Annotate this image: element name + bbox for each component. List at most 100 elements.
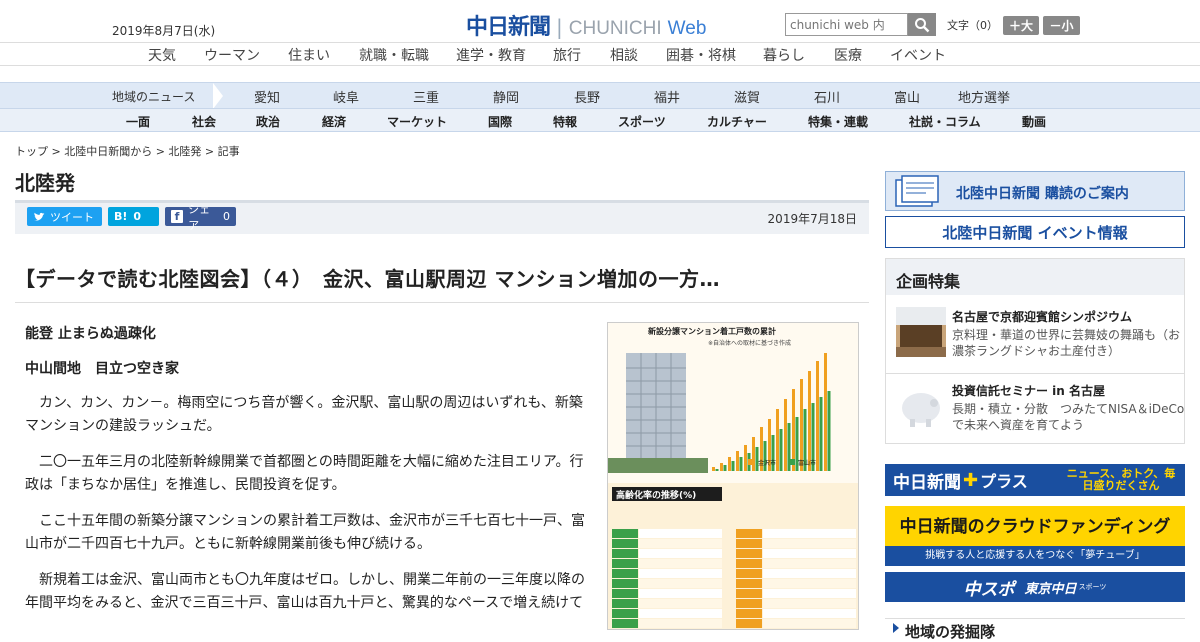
tweet-button[interactable]: ツイート bbox=[27, 207, 102, 226]
table-row-value-cell bbox=[639, 529, 722, 538]
feature-item[interactable]: 名古屋で京都迎賓館シンポジウム 京料理・華道の世界に芸舞妓の舞踊も（お濃茶ラング… bbox=[886, 299, 1186, 369]
plus-word: プラス bbox=[980, 472, 1028, 491]
hatena-bookmark-button[interactable]: B! 0 bbox=[108, 207, 159, 226]
region-nav-label: 地域のニュース bbox=[112, 90, 196, 104]
chuspo-banner[interactable]: 中スポ 東京中日 スポーツ bbox=[885, 572, 1185, 602]
newspaper-icon bbox=[895, 175, 939, 207]
section-item-editorial[interactable]: 社説・コラム bbox=[909, 113, 981, 130]
region-item-nagano[interactable]: 長野 bbox=[574, 87, 600, 106]
table-row-label-cell bbox=[736, 619, 762, 628]
section-item-culture[interactable]: カルチャー bbox=[707, 113, 767, 130]
search-button[interactable] bbox=[908, 13, 936, 36]
chart-bar-toyama bbox=[731, 461, 735, 471]
table-row-value-cell bbox=[763, 549, 856, 558]
top-header: 2019年8月7日(水) 中日新聞 | CHUNICHI Web 文字（0） ＋… bbox=[0, 0, 1200, 42]
article-paragraph: 二〇一五年三月の北陸新幹線開業で首都圏との時間距離を大幅に縮めた注目エリア。行政… bbox=[25, 454, 584, 493]
section-item-special-report[interactable]: 特報 bbox=[553, 113, 577, 130]
category-item-housing[interactable]: 住まい bbox=[288, 45, 330, 65]
logo-en: CHUNICHI bbox=[568, 18, 662, 39]
breadcrumb[interactable]: トップ > 北陸中日新聞から > 北陸発 > 記事 bbox=[15, 143, 240, 159]
region-item-shizuoka[interactable]: 静岡 bbox=[493, 87, 519, 106]
facebook-count: 0 bbox=[223, 210, 230, 223]
subscribe-label: 北陸中日新聞 購読のご案内 bbox=[956, 186, 1129, 202]
article-subheading-2: 中山間地 目立つ空き家 bbox=[25, 360, 179, 377]
region-item-local-election[interactable]: 地方選挙 bbox=[958, 87, 1010, 106]
bullet-icon bbox=[893, 623, 899, 633]
category-item-event[interactable]: イベント bbox=[890, 45, 946, 65]
section-nav: 一面 社会 政治 経済 マーケット 国際 特報 スポーツ カルチャー 特集・連載… bbox=[0, 108, 1200, 132]
section-item-politics[interactable]: 政治 bbox=[256, 113, 280, 130]
region-item-toyama[interactable]: 富山 bbox=[894, 87, 920, 106]
section-item-features[interactable]: 特集・連載 bbox=[808, 113, 868, 130]
chart-bar-kanazawa bbox=[728, 457, 731, 471]
category-item-education[interactable]: 進学・教育 bbox=[456, 45, 526, 65]
chart-bar-kanazawa bbox=[824, 353, 827, 471]
table-row-label-cell bbox=[612, 589, 638, 598]
region-item-ishikawa[interactable]: 石川 bbox=[814, 87, 840, 106]
table-row-label-cell bbox=[612, 529, 638, 538]
category-item-medical[interactable]: 医療 bbox=[834, 45, 862, 65]
subscribe-banner[interactable]: 北陸中日新聞 購読のご案内 bbox=[885, 171, 1185, 211]
chart-note: ※自治体への取材に基づき作成 bbox=[708, 339, 791, 347]
table-row-value-cell bbox=[639, 599, 722, 608]
section-item-video[interactable]: 動画 bbox=[1022, 113, 1046, 130]
search-input[interactable] bbox=[785, 13, 908, 36]
article-figure[interactable]: 新設分譲マンション着工戸数の累計 ※自治体への取材に基づき作成 金沢市 富山市 … bbox=[607, 322, 859, 630]
chart-bar-toyama bbox=[819, 397, 823, 471]
region-item-mie[interactable]: 三重 bbox=[413, 87, 439, 106]
divider bbox=[15, 302, 869, 303]
category-item-jobs[interactable]: 就職・転職 bbox=[359, 45, 429, 65]
font-size-label: 文字（0） bbox=[947, 19, 998, 32]
table-row-label-cell bbox=[612, 549, 638, 558]
region-item-shiga[interactable]: 滋賀 bbox=[734, 87, 760, 106]
chart-bar-kanazawa bbox=[712, 467, 715, 471]
table-row-label-cell bbox=[736, 609, 762, 618]
table-row-value-cell bbox=[763, 579, 856, 588]
table-row-label-cell bbox=[736, 559, 762, 568]
crowdfunding-banner[interactable]: 中日新聞のクラウドファンディング 挑戦する人と応援する人をつなぐ「夢チューブ」 bbox=[885, 506, 1185, 566]
category-item-travel[interactable]: 旅行 bbox=[553, 45, 581, 65]
chart-bar-kanazawa bbox=[816, 361, 819, 471]
category-item-advice[interactable]: 相談 bbox=[610, 45, 638, 65]
region-nav: 地域のニュース 愛知 岐阜 三重 静岡 長野 福井 滋賀 石川 富山 地方選挙 bbox=[0, 82, 1200, 109]
section-item-sports[interactable]: スポーツ bbox=[618, 113, 666, 130]
site-logo[interactable]: 中日新聞 | CHUNICHI Web bbox=[466, 9, 706, 41]
region-arrow-icon bbox=[213, 83, 223, 109]
logo-jp: 中日新聞 bbox=[466, 14, 551, 40]
font-bigger-button[interactable]: ＋大 bbox=[1003, 16, 1039, 35]
tokyo-chunichi-logo: 東京中日 bbox=[1024, 581, 1077, 597]
table-row-value-cell bbox=[763, 529, 856, 538]
category-item-woman[interactable]: ウーマン bbox=[204, 45, 260, 65]
category-item-living[interactable]: 暮らし bbox=[763, 45, 805, 65]
category-item-weather[interactable]: 天気 bbox=[148, 45, 176, 65]
chuspo-logo: 中スポ bbox=[963, 579, 1015, 600]
section-item-society[interactable]: 社会 bbox=[192, 113, 216, 130]
section-item-economy[interactable]: 経済 bbox=[322, 113, 346, 130]
event-info-banner[interactable]: 北陸中日新聞 イベント情報 bbox=[885, 216, 1185, 248]
chunichi-plus-banner[interactable]: 中日新聞 ✚ プラス ニュース、おトク、毎日盛りだくさん bbox=[885, 464, 1185, 496]
facebook-share-button[interactable]: f シェア 0 bbox=[165, 203, 236, 232]
region-item-gifu[interactable]: 岐阜 bbox=[333, 87, 359, 106]
table-row-label-cell bbox=[736, 589, 762, 598]
table-row-label-cell bbox=[612, 619, 638, 628]
feature-item-title: 投資信託セミナー in 名古屋 bbox=[952, 384, 1106, 398]
feature-item[interactable]: 投資信託セミナー in 名古屋 長期・積立・分散 つみたてNISA＆iDeCoで… bbox=[886, 373, 1186, 443]
hatena-count: 0 bbox=[133, 210, 142, 223]
table-row-label-cell bbox=[612, 569, 638, 578]
article-paragraph: 新規着工は金沢、富山両市とも〇九年度はゼロ。しかし、開業二年前の一三年度以降の年… bbox=[25, 572, 585, 611]
category-item-go-shogi[interactable]: 囲碁・将棋 bbox=[666, 45, 736, 65]
chart-bar-kanazawa bbox=[720, 463, 723, 471]
table-row-label-cell bbox=[736, 529, 762, 538]
article-body: 能登 止まらぬ過疎化 中山間地 目立つ空き家 カン、カン、カン－。梅雨空につち音… bbox=[25, 323, 593, 628]
section-item-international[interactable]: 国際 bbox=[488, 113, 512, 130]
category-nav: 天気 ウーマン 住まい 就職・転職 進学・教育 旅行 相談 囲碁・将棋 暮らし … bbox=[0, 42, 1200, 66]
region-item-fukui[interactable]: 福井 bbox=[654, 87, 680, 106]
table-row-value-cell bbox=[763, 599, 856, 608]
font-smaller-button[interactable]: －小 bbox=[1043, 16, 1080, 35]
article-headline: 【データで読む北陸図会】（４） 金沢、富山駅周辺 マンション増加の一方… bbox=[15, 267, 720, 291]
plus-banner-tagline: ニュース、おトク、毎日盛りだくさん bbox=[1066, 467, 1176, 492]
next-section-heading: 地域の発掘隊 bbox=[905, 623, 996, 641]
section-item-market[interactable]: マーケット bbox=[387, 113, 447, 130]
section-item-front[interactable]: 一面 bbox=[126, 113, 150, 130]
region-item-aichi[interactable]: 愛知 bbox=[254, 87, 280, 106]
